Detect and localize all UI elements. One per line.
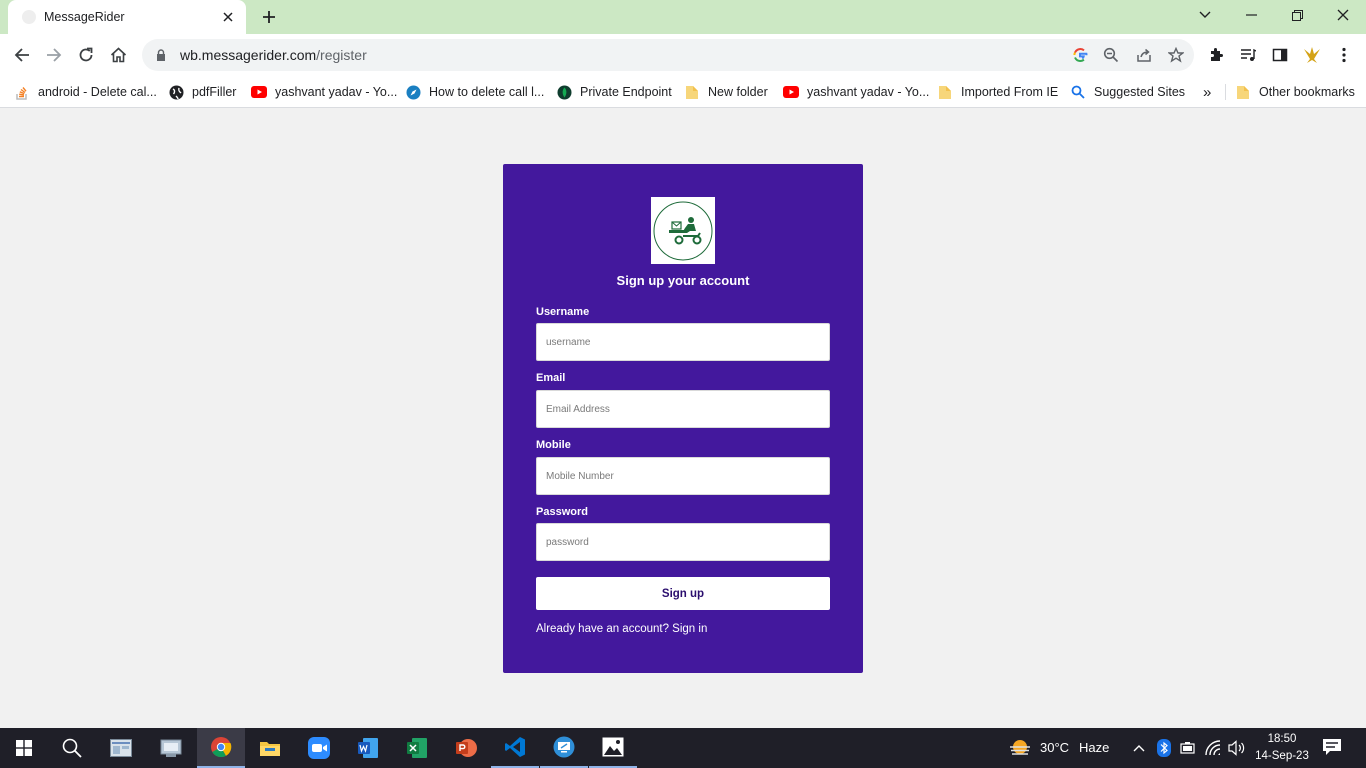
email-label: Email xyxy=(536,372,566,384)
bookmark-item[interactable]: yashvant yadav - Yo... xyxy=(783,81,929,103)
bookmark-item[interactable]: How to delete call l... xyxy=(405,81,544,103)
excel-icon[interactable] xyxy=(393,728,441,768)
battery-icon[interactable] xyxy=(1180,741,1196,755)
tab-strip: MessageRider xyxy=(0,0,1366,34)
folder-icon xyxy=(684,84,700,100)
bookmark-item[interactable]: android - Delete cal... xyxy=(14,81,157,103)
folder-icon xyxy=(1235,84,1251,100)
vscode-icon[interactable] xyxy=(491,728,539,768)
weather-temperature[interactable]: 30°C xyxy=(1040,740,1069,755)
youtube-icon xyxy=(251,84,267,100)
close-window-button[interactable] xyxy=(1320,0,1366,30)
clock-time: 18:50 xyxy=(1267,733,1297,745)
folder-icon xyxy=(937,84,953,100)
signin-link[interactable]: Already have an account? Sign in xyxy=(536,623,707,635)
task-view-icon[interactable] xyxy=(97,728,145,768)
password-input[interactable] xyxy=(536,523,830,561)
search-icon xyxy=(1070,84,1086,100)
file-explorer-icon[interactable] xyxy=(246,728,294,768)
other-bookmarks-folder[interactable]: Other bookmarks xyxy=(1235,81,1355,103)
side-panel-icon[interactable] xyxy=(1266,41,1294,69)
tab-title: MessageRider xyxy=(44,10,125,24)
tab-close-icon[interactable] xyxy=(216,5,240,29)
forward-button[interactable] xyxy=(40,41,68,69)
browser-tab[interactable]: MessageRider xyxy=(8,0,246,34)
mobile-label: Mobile xyxy=(536,439,571,451)
tab-favicon-icon xyxy=(22,10,36,24)
stackoverflow-icon xyxy=(14,84,30,100)
weather-description[interactable]: Haze xyxy=(1079,740,1109,755)
bluetooth-icon[interactable] xyxy=(1157,739,1171,757)
powerpoint-icon[interactable] xyxy=(442,728,490,768)
password-label: Password xyxy=(536,506,588,518)
signup-title: Sign up your account xyxy=(616,273,750,288)
browser-toolbar: wb.messagerider.com/register xyxy=(0,34,1366,76)
lock-icon[interactable] xyxy=(154,48,168,62)
new-tab-button[interactable] xyxy=(256,4,282,30)
bookmark-item[interactable]: pdfFiller xyxy=(168,81,236,103)
share-icon[interactable] xyxy=(1132,43,1156,67)
mobile-input[interactable] xyxy=(536,457,830,495)
leaf-icon xyxy=(556,84,572,100)
username-input[interactable] xyxy=(536,323,830,361)
email-input[interactable] xyxy=(536,390,830,428)
control-panel-icon[interactable] xyxy=(147,728,195,768)
google-icon[interactable] xyxy=(1068,43,1092,67)
browser-menu-icon[interactable] xyxy=(1330,41,1358,69)
media-control-icon[interactable] xyxy=(1234,41,1262,69)
minimize-button[interactable] xyxy=(1228,0,1274,30)
weather-haze-icon[interactable] xyxy=(1008,738,1032,758)
bookmark-item[interactable]: yashvant yadav - Yo... xyxy=(251,81,397,103)
wifi-icon[interactable] xyxy=(1204,740,1222,756)
reload-button[interactable] xyxy=(72,41,100,69)
chevron-up-icon[interactable] xyxy=(1132,741,1146,755)
tab-search-icon[interactable] xyxy=(1182,0,1228,30)
bookmarks-bar: android - Delete cal... pdfFiller yashva… xyxy=(0,76,1366,108)
profile-avatar[interactable] xyxy=(1298,41,1326,69)
messagerider-logo xyxy=(651,197,715,264)
globe-icon xyxy=(168,84,184,100)
signup-card: Sign up your account Username Email Mobi… xyxy=(503,164,863,673)
system-clock[interactable]: 18:50 14-Sep-23 xyxy=(1252,731,1312,765)
zoom-icon[interactable] xyxy=(295,728,343,768)
signup-button[interactable]: Sign up xyxy=(536,577,830,610)
bookmarks-divider xyxy=(1225,84,1226,100)
word-icon[interactable] xyxy=(344,728,392,768)
extensions-icon[interactable] xyxy=(1202,41,1230,69)
remote-desktop-icon[interactable] xyxy=(540,728,588,768)
taskbar: 30°C Haze 18:50 14-Sep-23 xyxy=(0,728,1366,768)
bookmark-item[interactable]: New folder xyxy=(684,81,768,103)
search-icon[interactable] xyxy=(48,728,96,768)
bookmark-item[interactable]: Imported From IE xyxy=(937,81,1058,103)
url-text[interactable]: wb.messagerider.com/register xyxy=(180,47,367,63)
restore-button[interactable] xyxy=(1274,0,1320,30)
compass-icon xyxy=(405,84,421,100)
photos-icon[interactable] xyxy=(589,728,637,768)
volume-icon[interactable] xyxy=(1228,740,1246,756)
bookmark-item[interactable]: Private Endpoint xyxy=(556,81,672,103)
youtube-icon xyxy=(783,84,799,100)
bookmark-star-icon[interactable] xyxy=(1164,43,1188,67)
zoom-icon[interactable] xyxy=(1099,43,1123,67)
bookmark-item[interactable]: Suggested Sites xyxy=(1070,81,1185,103)
home-button[interactable] xyxy=(104,41,132,69)
windows-start-icon[interactable] xyxy=(0,728,48,768)
username-label: Username xyxy=(536,306,590,318)
notifications-icon[interactable] xyxy=(1322,738,1344,758)
address-bar[interactable]: wb.messagerider.com/register xyxy=(142,39,1194,71)
bookmarks-overflow-button[interactable]: » xyxy=(1203,81,1211,103)
back-button[interactable] xyxy=(8,41,36,69)
chrome-icon[interactable] xyxy=(197,728,245,768)
clock-date: 14-Sep-23 xyxy=(1255,750,1309,762)
